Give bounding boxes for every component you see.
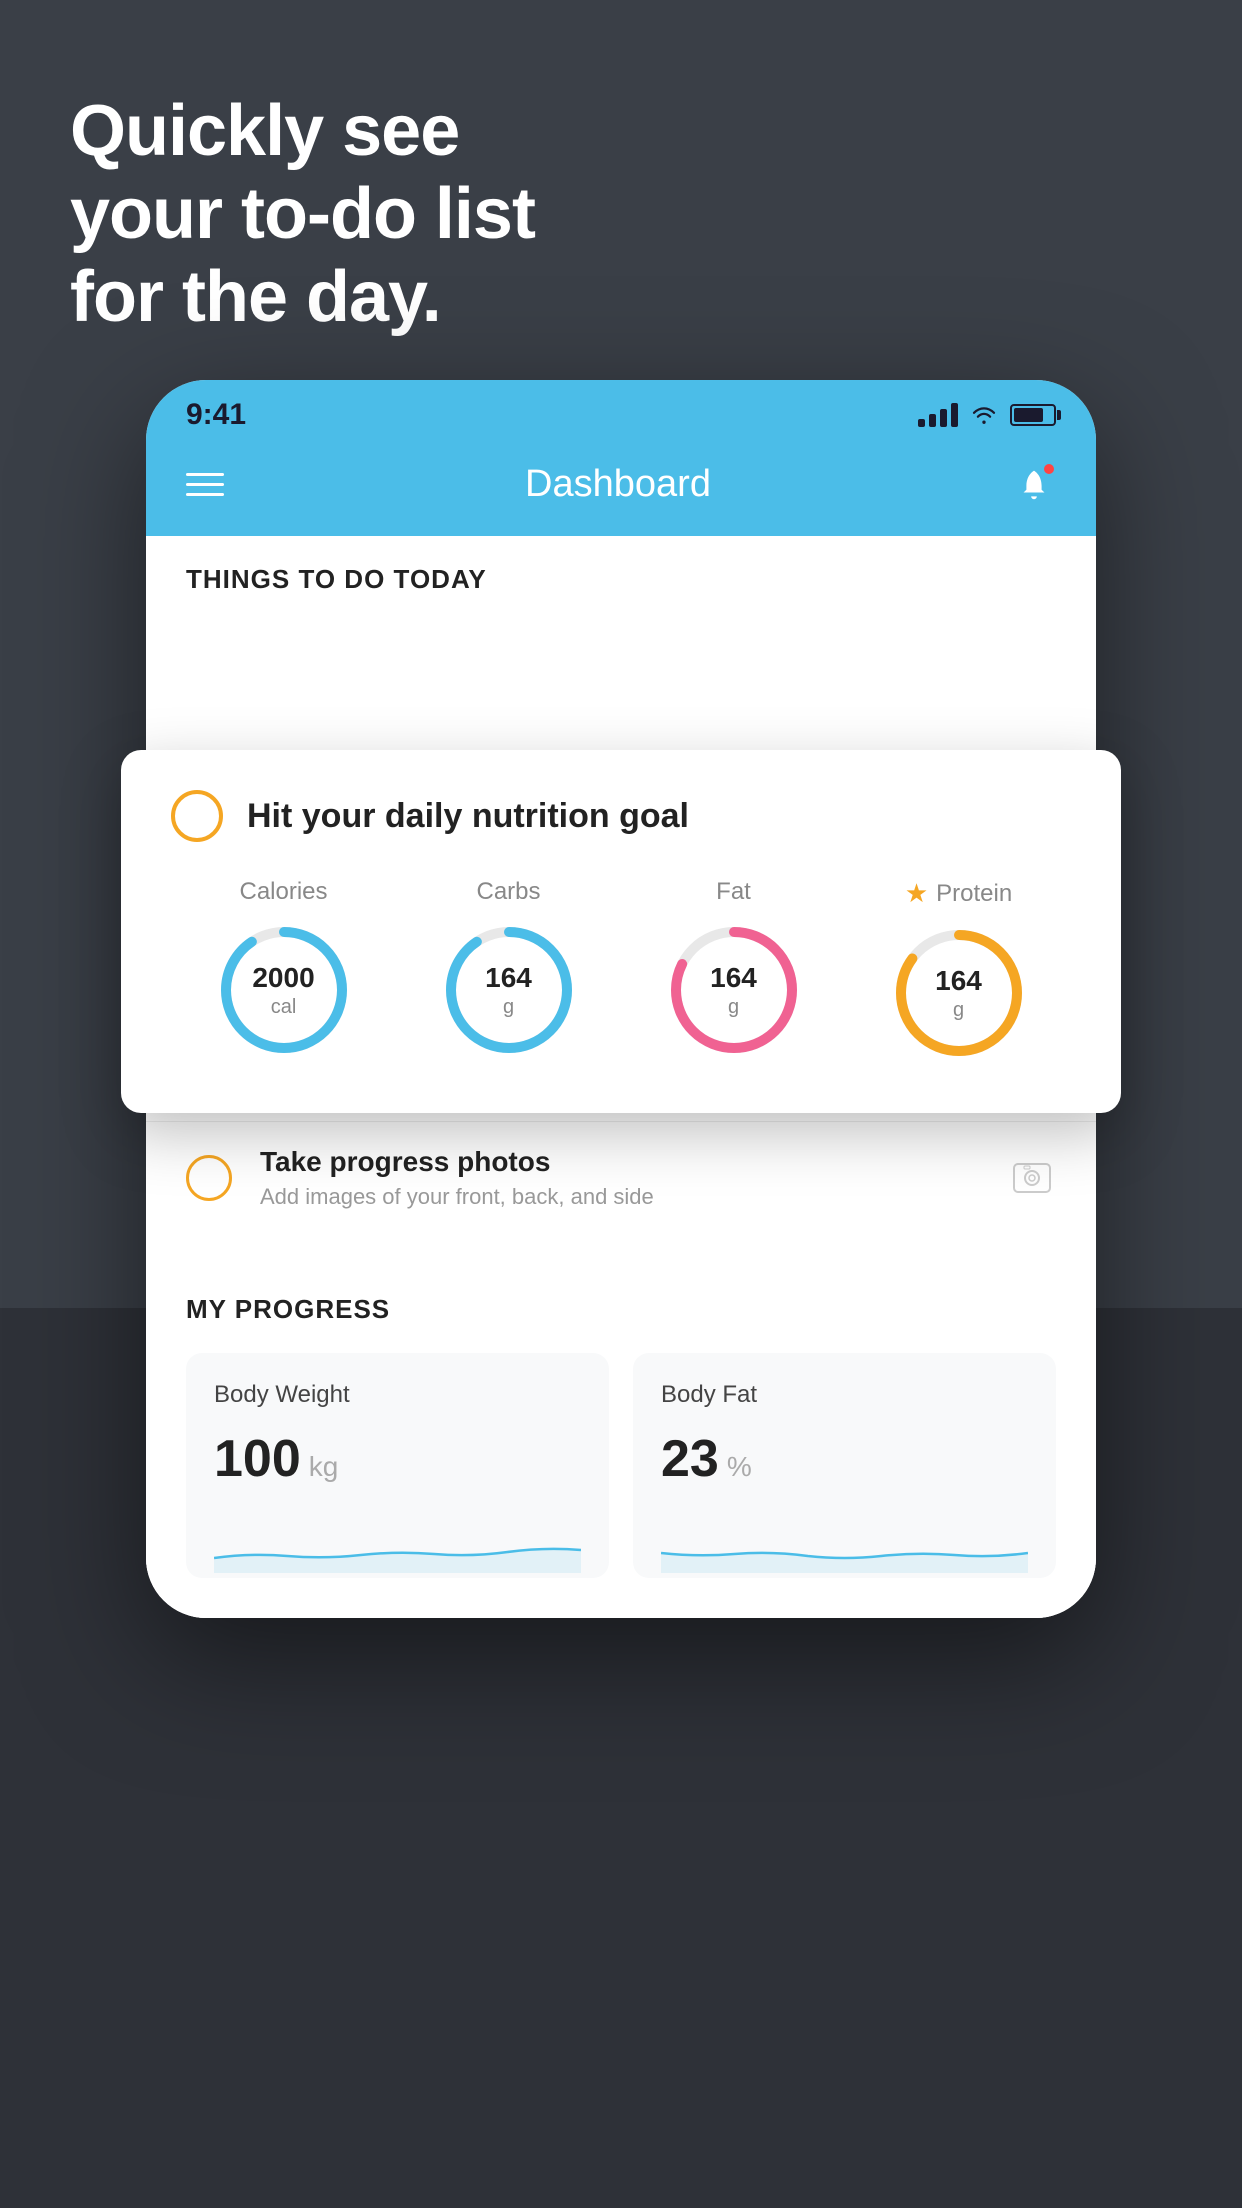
things-today-header: THINGS TO DO TODAY (146, 536, 1096, 615)
progress-cards: Body Weight 100 kg Body Fat 23 % (186, 1353, 1056, 1578)
nutrition-card-header: Hit your daily nutrition goal (171, 790, 1071, 842)
fat-stat: Fat 164 g (664, 878, 804, 1060)
fat-label: Fat (716, 878, 751, 906)
notification-dot (1042, 462, 1056, 476)
calories-value: 2000 (252, 961, 314, 995)
carbs-unit: g (485, 995, 532, 1019)
todo-title-photos: Take progress photos (260, 1146, 980, 1178)
body-fat-value: 23 (661, 1429, 719, 1489)
protein-stat: ★ Protein 164 g (889, 878, 1029, 1063)
things-today-title: THINGS TO DO TODAY (186, 564, 1056, 595)
list-item[interactable]: Take progress photos Add images of your … (146, 1121, 1096, 1234)
progress-title: MY PROGRESS (186, 1294, 1056, 1325)
protein-donut: 164 g (889, 923, 1029, 1063)
fat-donut: 164 g (664, 920, 804, 1060)
nutrition-stats: Calories 2000 cal Carbs (171, 878, 1071, 1063)
status-bar: 9:41 (146, 380, 1096, 442)
body-fat-unit: % (727, 1451, 752, 1483)
body-weight-card[interactable]: Body Weight 100 kg (186, 1353, 609, 1578)
body-fat-chart (661, 1513, 1028, 1573)
photo-icon (1008, 1154, 1056, 1202)
todo-checkbox-photos[interactable] (186, 1155, 232, 1201)
carbs-label: Carbs (476, 878, 540, 906)
app-header: Dashboard (146, 442, 1096, 536)
header-title: Dashboard (525, 463, 711, 506)
fat-value: 164 (710, 961, 757, 995)
body-weight-unit: kg (309, 1451, 339, 1483)
body-weight-value: 100 (214, 1429, 301, 1489)
progress-section: MY PROGRESS Body Weight 100 kg Body Fat (146, 1254, 1096, 1618)
headline-text: Quickly see your to-do list for the day. (70, 90, 535, 338)
body-weight-chart (214, 1513, 581, 1573)
fat-unit: g (710, 995, 757, 1019)
protein-unit: g (935, 998, 982, 1022)
notification-bell[interactable] (1012, 462, 1056, 506)
todo-sub-photos: Add images of your front, back, and side (260, 1184, 980, 1210)
calories-stat: Calories 2000 cal (214, 878, 354, 1060)
nutrition-card: Hit your daily nutrition goal Calories 2… (121, 750, 1121, 1113)
body-fat-title: Body Fat (661, 1381, 1028, 1409)
calories-donut: 2000 cal (214, 920, 354, 1060)
carbs-donut: 164 g (439, 920, 579, 1060)
battery-icon (1010, 404, 1056, 426)
nutrition-card-title: Hit your daily nutrition goal (247, 797, 689, 836)
calories-unit: cal (252, 995, 314, 1019)
status-icons (918, 403, 1056, 427)
wifi-icon (970, 405, 998, 425)
signal-icon (918, 403, 958, 427)
status-time: 9:41 (186, 398, 246, 432)
menu-button[interactable] (186, 473, 224, 496)
carbs-value: 164 (485, 961, 532, 995)
protein-value: 164 (935, 964, 982, 998)
star-icon: ★ (905, 878, 928, 909)
nutrition-checkbox[interactable] (171, 790, 223, 842)
carbs-stat: Carbs 164 g (439, 878, 579, 1060)
body-fat-card[interactable]: Body Fat 23 % (633, 1353, 1056, 1578)
calories-label: Calories (239, 878, 327, 906)
protein-label: ★ Protein (905, 878, 1012, 909)
body-weight-title: Body Weight (214, 1381, 581, 1409)
